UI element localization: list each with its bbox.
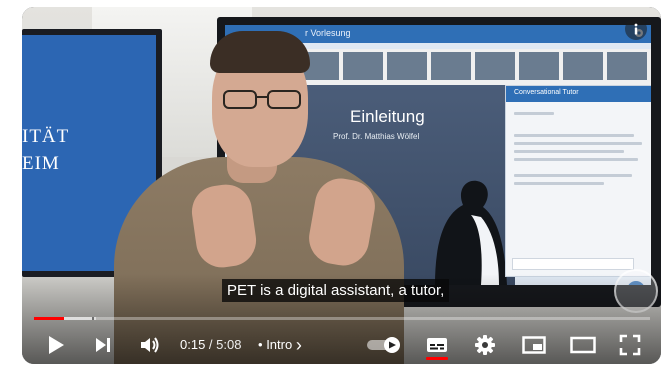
- info-button[interactable]: [625, 18, 647, 40]
- chapter-dot: •: [258, 337, 263, 352]
- play-button[interactable]: [38, 329, 74, 361]
- duration: 5:08: [216, 337, 242, 352]
- tutor-chat-line: [514, 112, 554, 115]
- play-icon: [49, 336, 64, 354]
- tutor-chat-line: [514, 134, 634, 137]
- time-separator: /: [205, 337, 217, 352]
- time-display: 0:15 / 5:08: [180, 337, 241, 353]
- tutor-chat-header: Conversational Tutor: [506, 86, 651, 102]
- miniplayer-icon: [522, 336, 546, 354]
- fullscreen-icon: [619, 334, 641, 356]
- autoplay-toggle[interactable]: [366, 337, 402, 353]
- current-time: 0:15: [180, 337, 206, 352]
- slide-thumbnail: [387, 52, 427, 80]
- chapter-button[interactable]: • Intro ›: [258, 335, 302, 355]
- tutor-chat-title: Conversational Tutor: [514, 89, 579, 96]
- tutor-chat-line: [514, 158, 638, 161]
- volume-icon: [141, 337, 159, 353]
- progress-track: [34, 317, 650, 320]
- progress-played: [34, 317, 65, 320]
- miniplayer-button[interactable]: [516, 329, 552, 361]
- left-monitor-text-line1: ITÄT: [22, 126, 70, 147]
- chapter-marker: [92, 317, 94, 320]
- lecture-titlebar-text: r Vorlesung: [305, 28, 351, 38]
- fullscreen-button[interactable]: [612, 329, 648, 361]
- left-monitor-text: ITÄT EIM: [22, 123, 69, 177]
- tutor-chat-line: [514, 182, 604, 185]
- slide-thumbnail: [563, 52, 603, 80]
- progress-bar[interactable]: [34, 317, 650, 320]
- volume-button[interactable]: [132, 329, 168, 361]
- gear-icon: [475, 335, 495, 355]
- slide-thumbnail: [607, 52, 647, 80]
- slide-thumbnails: [295, 49, 651, 85]
- slide-title: Einleitung: [350, 107, 425, 126]
- chapter-chevron-icon: ›: [295, 335, 302, 355]
- caption-text: PET is a digital assistant, a tutor,: [222, 279, 450, 302]
- slide-thumbnail: [343, 52, 383, 80]
- next-button[interactable]: [86, 329, 120, 361]
- tutor-chat-input: [512, 258, 634, 270]
- autoplay-toggle-icon: [367, 337, 400, 353]
- info-icon: [634, 23, 638, 35]
- theater-mode-button[interactable]: [564, 329, 602, 361]
- settings-button[interactable]: [468, 329, 502, 361]
- tutor-chat-panel: Conversational Tutor: [505, 85, 651, 277]
- subtitles-active-indicator: [426, 357, 448, 360]
- tutor-chat-line: [514, 150, 624, 153]
- chapter-label: Intro: [266, 337, 293, 352]
- video-player[interactable]: ITÄT EIM r Vorlesung Einleitung Prof. Dr…: [22, 7, 661, 364]
- left-monitor-text-line2: EIM: [22, 153, 60, 174]
- speaker-glasses: [223, 90, 301, 109]
- tutor-chat-line: [514, 174, 632, 177]
- subtitles-icon: [427, 338, 447, 352]
- slide-thumbnail: [519, 52, 559, 80]
- speaker-hair: [210, 31, 310, 73]
- tutor-chat-line: [514, 142, 642, 145]
- slide-thumbnail: [475, 52, 515, 80]
- slide-thumbnail: [431, 52, 471, 80]
- theater-icon: [570, 336, 596, 354]
- slide-subtitle: Prof. Dr. Matthias Wölfel: [333, 132, 420, 141]
- next-icon: [96, 338, 110, 352]
